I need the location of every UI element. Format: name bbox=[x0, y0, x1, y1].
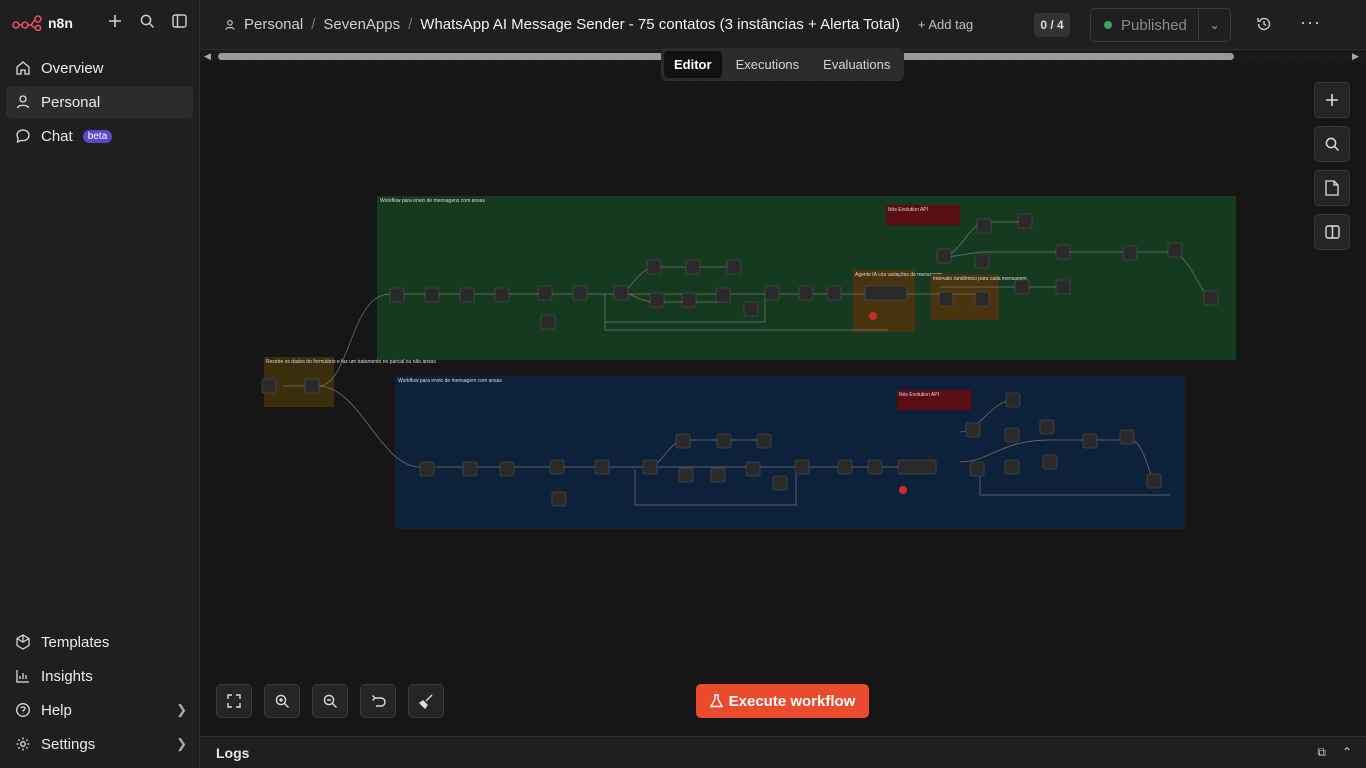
sidebar-item-label: Templates bbox=[41, 633, 110, 651]
sidebar-item-overview[interactable]: Overview bbox=[6, 52, 193, 84]
plus-icon bbox=[1326, 94, 1338, 106]
sticky-top-title: Workflow para envio de mensagens com ans… bbox=[380, 198, 485, 204]
scroll-right-icon[interactable]: ▶ bbox=[1352, 51, 1359, 62]
toggle-panel-button[interactable] bbox=[1314, 214, 1350, 250]
status-dot bbox=[1104, 21, 1112, 29]
sticky-note-bottom[interactable] bbox=[395, 376, 1185, 529]
workflow-header: Personal / SevenApps / WhatsApp AI Messa… bbox=[200, 0, 1366, 50]
search-icon bbox=[1325, 137, 1339, 151]
sidebar-item-label: Overview bbox=[41, 59, 104, 77]
plus-icon[interactable] bbox=[106, 12, 124, 30]
published-label: Published bbox=[1121, 16, 1187, 34]
gear-icon bbox=[16, 737, 30, 751]
view-tabs: Editor Executions Evaluations bbox=[661, 48, 904, 81]
note-agent-title: Agente IA cria variações de mensagem bbox=[855, 272, 942, 278]
sticky-note-top[interactable] bbox=[377, 196, 1236, 360]
breadcrumb-separator: / bbox=[408, 16, 413, 33]
sidebar-item-templates[interactable]: Templates bbox=[6, 627, 193, 657]
execute-workflow-button[interactable]: Execute workflow bbox=[696, 684, 869, 718]
sidebar: n8n Overview Personal Chat beta Template… bbox=[0, 0, 200, 768]
sticky-left-text: Recebe os dados do formulário e faz um t… bbox=[266, 359, 436, 365]
search-nodes-button[interactable] bbox=[1314, 126, 1350, 162]
sticky-bottom-title: Workflow para envio de mensagem com ansa… bbox=[398, 378, 502, 384]
logs-label: Logs bbox=[216, 745, 250, 761]
beta-badge: beta bbox=[82, 129, 113, 143]
add-sticky-button[interactable] bbox=[1314, 170, 1350, 206]
sidebar-item-label: Insights bbox=[41, 667, 93, 685]
history-icon[interactable] bbox=[1256, 16, 1272, 37]
chevron-right-icon: ❯ bbox=[176, 736, 187, 751]
help-icon bbox=[16, 703, 30, 717]
workflow-title[interactable]: WhatsApp AI Message Sender - 75 contatos… bbox=[420, 16, 900, 33]
logs-bar[interactable]: Logs ⧉ ⌃ bbox=[200, 736, 1366, 768]
note-red-bottom-title: Nós Evolution API bbox=[899, 392, 939, 398]
user-icon bbox=[16, 95, 30, 109]
n8n-logo-icon bbox=[12, 15, 42, 31]
logo-text: n8n bbox=[48, 15, 73, 31]
sidebar-item-help[interactable]: Help ❯ bbox=[6, 695, 193, 725]
undo-button[interactable] bbox=[360, 684, 396, 718]
chevron-right-icon: ❯ bbox=[176, 702, 187, 717]
zoom-out-icon bbox=[323, 694, 337, 708]
published-button[interactable]: Published ⌄ bbox=[1090, 8, 1231, 42]
home-icon bbox=[16, 61, 30, 75]
sidebar-item-personal[interactable]: Personal bbox=[6, 86, 193, 118]
fit-view-button[interactable] bbox=[216, 684, 252, 718]
add-node-button[interactable] bbox=[1314, 82, 1350, 118]
canvas-bottom-toolbar bbox=[216, 684, 444, 718]
broom-icon bbox=[418, 694, 432, 709]
sidebar-item-chat[interactable]: Chat beta bbox=[6, 120, 193, 152]
note-red-top-title: Nós Evolution API bbox=[888, 207, 928, 213]
search-icon[interactable] bbox=[138, 12, 156, 30]
sidebar-item-insights[interactable]: Insights bbox=[6, 661, 193, 691]
node-error[interactable] bbox=[899, 486, 907, 494]
execute-label: Execute workflow bbox=[728, 692, 856, 710]
note-interval-title: Intervalo randômico para cada mensagem bbox=[933, 276, 1027, 282]
open-logs-icon[interactable]: ⧉ bbox=[1317, 745, 1326, 760]
user-icon bbox=[225, 19, 235, 30]
templates-icon bbox=[16, 634, 30, 650]
canvas-right-toolbar bbox=[1314, 82, 1350, 250]
breadcrumb: Personal / SevenApps / WhatsApp AI Messa… bbox=[224, 16, 973, 33]
sidebar-item-label: Personal bbox=[41, 93, 101, 111]
sidebar-item-settings[interactable]: Settings ❯ bbox=[6, 729, 193, 759]
zoom-in-button[interactable] bbox=[264, 684, 300, 718]
more-options-icon[interactable]: ··· bbox=[1300, 12, 1321, 33]
collapse-sidebar-icon[interactable] bbox=[170, 12, 188, 30]
flask-icon bbox=[709, 694, 723, 708]
tidy-up-button[interactable] bbox=[408, 684, 444, 718]
active-counter: 0 / 4 bbox=[1034, 13, 1070, 37]
node-error[interactable] bbox=[869, 312, 877, 320]
breadcrumb-folder[interactable]: SevenApps bbox=[323, 16, 400, 33]
tab-editor[interactable]: Editor bbox=[664, 51, 722, 78]
fullscreen-icon bbox=[227, 694, 241, 708]
sidebar-item-label: Settings bbox=[41, 735, 96, 753]
sidebar-top-actions bbox=[106, 12, 188, 30]
sidebar-item-label: Chat bbox=[41, 127, 73, 145]
breadcrumb-personal[interactable]: Personal bbox=[244, 16, 303, 33]
chart-icon bbox=[16, 670, 29, 683]
chevron-down-icon[interactable]: ⌄ bbox=[1198, 9, 1230, 41]
breadcrumb-separator: / bbox=[311, 16, 316, 33]
chevron-up-icon[interactable]: ⌃ bbox=[1342, 745, 1352, 760]
sticky-note-icon bbox=[1325, 180, 1339, 196]
note-agent[interactable] bbox=[853, 270, 915, 332]
add-tag-button[interactable]: + Add tag bbox=[918, 17, 973, 32]
undo-icon bbox=[371, 695, 386, 707]
chat-icon bbox=[16, 129, 30, 144]
zoom-out-button[interactable] bbox=[312, 684, 348, 718]
workflow-graph[interactable]: Workflow para envio de mensagens com ans… bbox=[200, 62, 1366, 736]
workflow-canvas[interactable]: Workflow para envio de mensagens com ans… bbox=[200, 62, 1366, 736]
sidebar-item-label: Help bbox=[41, 701, 72, 719]
logs-actions: ⧉ ⌃ bbox=[1317, 745, 1352, 760]
panel-icon bbox=[1324, 225, 1340, 239]
tab-evaluations[interactable]: Evaluations bbox=[813, 51, 900, 78]
tab-executions[interactable]: Executions bbox=[726, 51, 810, 78]
scroll-left-icon[interactable]: ◀ bbox=[204, 51, 211, 62]
zoom-in-icon bbox=[275, 694, 289, 708]
